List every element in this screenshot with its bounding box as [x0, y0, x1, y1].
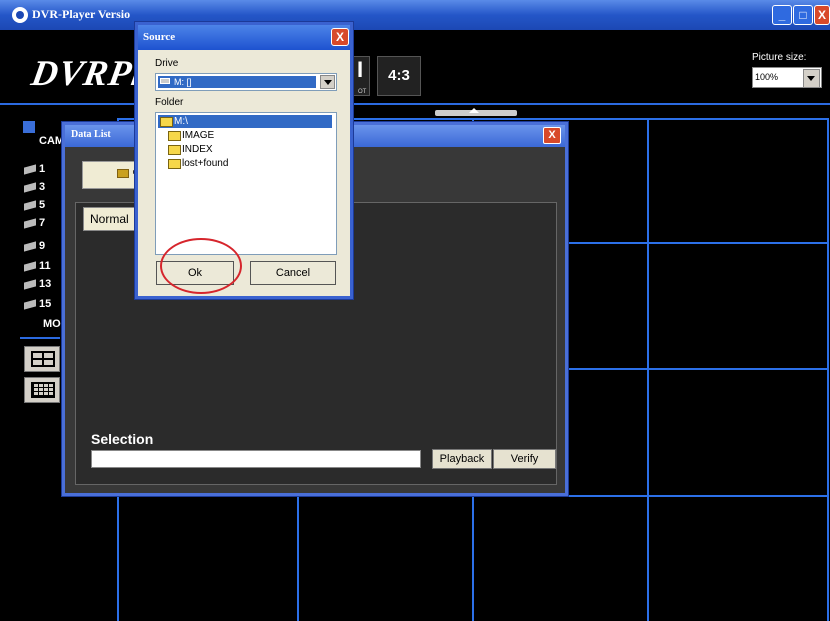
camera-item[interactable]: 11: [22, 260, 52, 274]
folder-icon: [168, 145, 181, 155]
chevron-down-icon[interactable]: [320, 75, 335, 89]
data-list-close-button[interactable]: X: [543, 127, 561, 144]
camera-icon: [24, 164, 36, 175]
camera-icon: [24, 200, 36, 211]
mode-section-label: MO: [43, 318, 61, 330]
tab-normal[interactable]: Normal: [83, 207, 141, 231]
chevron-down-icon[interactable]: [803, 69, 820, 88]
camera-icon: [24, 218, 36, 229]
playback-button[interactable]: Playback: [432, 449, 492, 469]
data-list-title: Data List: [71, 129, 111, 140]
folder-label: Folder: [155, 97, 184, 108]
folder-item[interactable]: M:\: [158, 115, 332, 128]
folder-item[interactable]: INDEX: [166, 143, 330, 156]
multi-grid-icon: [31, 382, 55, 398]
close-button[interactable]: X: [814, 5, 830, 25]
source-close-button[interactable]: X: [331, 28, 349, 46]
cancel-button[interactable]: Cancel: [250, 261, 336, 285]
verify-button[interactable]: Verify: [493, 449, 556, 469]
source-title: Source: [143, 31, 176, 43]
camera-icon: [24, 261, 36, 272]
camera-item[interactable]: 9: [22, 240, 52, 254]
camera-item[interactable]: 7: [22, 217, 52, 231]
open-folder-button[interactable]: [82, 161, 142, 189]
slider-thumb-icon[interactable]: [469, 108, 479, 113]
maximize-button[interactable]: □: [793, 5, 813, 25]
camera-icon: [24, 299, 36, 310]
minimize-button[interactable]: _: [772, 5, 792, 25]
camera-panel-icon[interactable]: [23, 121, 35, 133]
camera-item[interactable]: 5: [22, 199, 52, 213]
quad-grid-icon: [31, 351, 55, 367]
drive-label: Drive: [155, 58, 179, 69]
folder-icon: [168, 131, 181, 141]
camera-icon: [24, 241, 36, 252]
selection-label: Selection: [91, 431, 154, 447]
camera-icon: [24, 279, 36, 290]
toolbar-divider: [0, 103, 830, 105]
selection-input[interactable]: [91, 450, 421, 468]
highlight-circle: [160, 238, 242, 294]
app-logo: DVRPl: [28, 53, 147, 93]
folder-list[interactable]: M:\ IMAGE INDEX lost+found: [155, 112, 337, 255]
folder-open-icon: [160, 117, 173, 127]
camera-item[interactable]: 13: [22, 278, 52, 292]
folder-item[interactable]: IMAGE: [166, 129, 330, 142]
folder-item[interactable]: lost+found: [166, 157, 330, 170]
drive-select[interactable]: M: []: [155, 73, 337, 91]
folder-open-icon: [117, 169, 129, 178]
drive-icon: [160, 78, 170, 84]
folder-icon: [168, 159, 181, 169]
panel-divider: [20, 337, 60, 339]
drive-value: M: []: [158, 76, 316, 88]
quad-layout-button[interactable]: [24, 346, 60, 372]
camera-item[interactable]: 15: [22, 298, 52, 312]
app-icon: [12, 7, 28, 23]
picture-size-label: Picture size:: [752, 52, 807, 63]
window-title: DVR-Player Versio: [32, 7, 131, 21]
aspect-ratio-button[interactable]: 4:3: [377, 56, 421, 96]
picture-size-value: 100%: [755, 72, 779, 82]
camera-item[interactable]: 1: [22, 163, 52, 177]
snapshot-caption: OT: [358, 89, 367, 95]
camera-item[interactable]: 3: [22, 181, 52, 195]
multi-layout-button[interactable]: [24, 377, 60, 403]
camera-section-label: CAM: [39, 135, 65, 147]
picture-size-select[interactable]: 100%: [752, 67, 822, 88]
camera-icon: [24, 182, 36, 193]
